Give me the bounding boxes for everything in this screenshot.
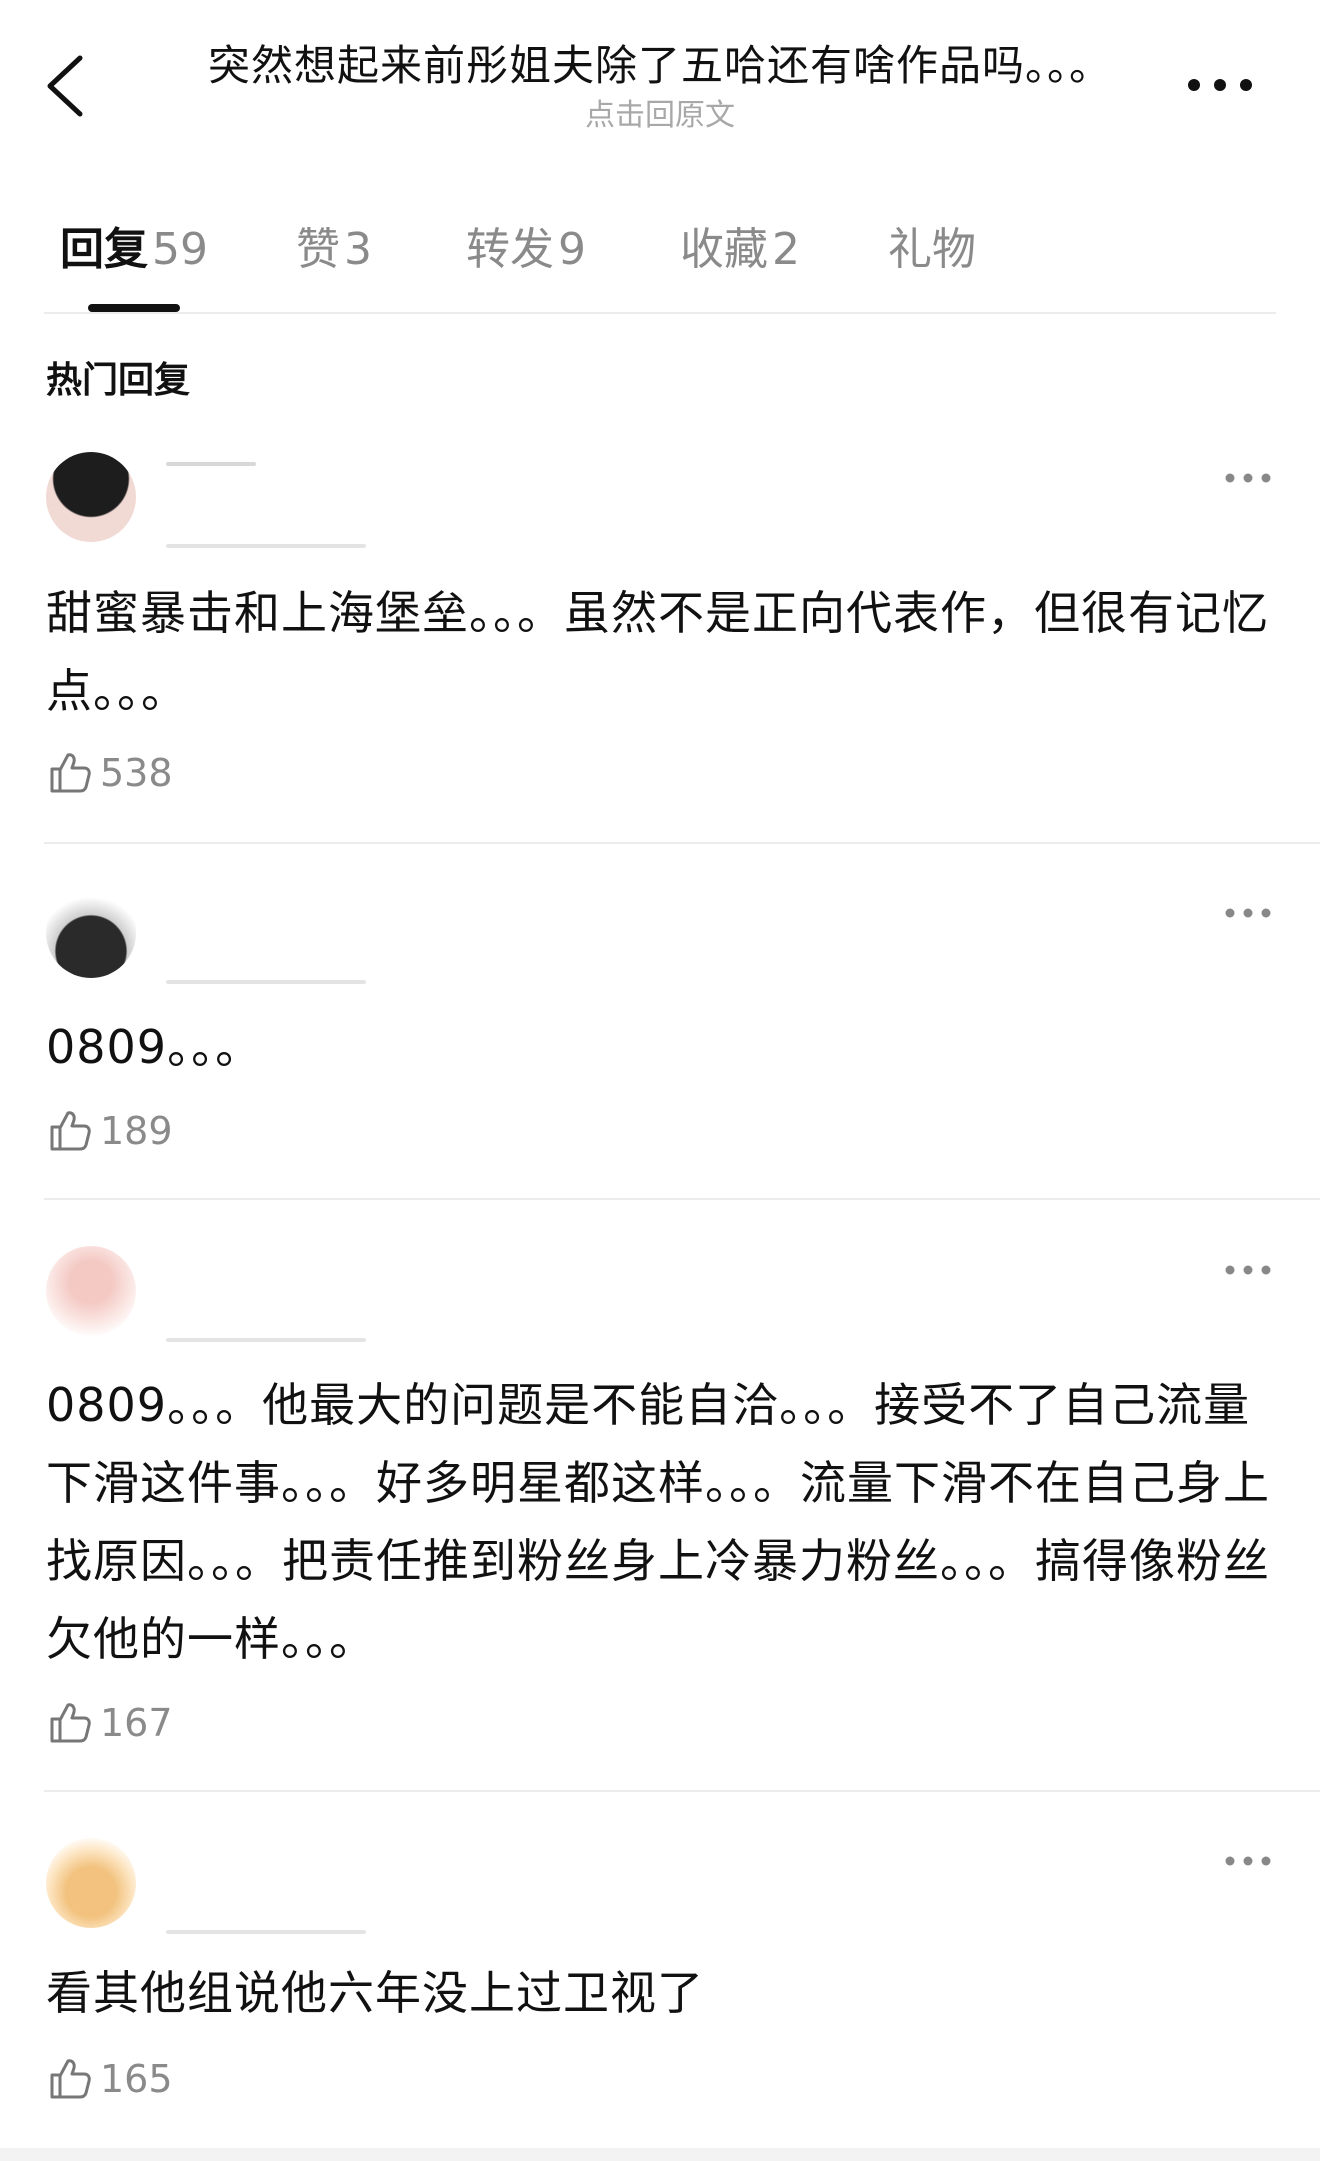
tab-label: 回复	[60, 224, 148, 275]
like-button[interactable]: 538	[46, 748, 173, 798]
user-meta	[166, 888, 666, 988]
timestamp-blur	[166, 1338, 366, 1342]
timestamp-blur	[166, 544, 366, 548]
comment-text: 0809。。。他最大的问题是不能自洽。。。接受不了自己流量下滑这件事。。。好多明…	[46, 1378, 1270, 1666]
tab-bar: 回复59 赞3 转发9 收藏2 礼物	[0, 210, 1320, 312]
user-meta	[166, 452, 666, 552]
timestamp-blur	[166, 980, 366, 984]
tab-favorites[interactable]: 收藏2	[680, 220, 800, 280]
thumbs-up-icon	[50, 753, 91, 793]
tab-replies[interactable]: 回复59	[60, 220, 208, 280]
like-button[interactable]: 167	[46, 1698, 173, 1748]
like-count: 189	[100, 1109, 173, 1153]
user-meta	[166, 1246, 666, 1346]
thumbs-up-icon	[50, 1111, 91, 1151]
tab-count: 9	[558, 224, 586, 275]
tab-divider	[44, 312, 1276, 314]
tab-count: 59	[152, 224, 208, 275]
thumbs-up-icon	[50, 1703, 91, 1743]
bottom-strip	[0, 2148, 1320, 2161]
tab-likes[interactable]: 赞3	[296, 220, 372, 280]
hot-replies-heading: 热门回复	[46, 360, 191, 401]
comment-divider	[44, 1790, 1320, 1792]
back-button[interactable]	[36, 46, 96, 126]
tab-gifts[interactable]: 礼物	[888, 220, 976, 280]
avatar[interactable]	[46, 1246, 136, 1336]
chevron-left-icon	[47, 55, 83, 117]
username-blur	[166, 462, 256, 466]
comment-more-icon[interactable]	[1224, 471, 1272, 485]
thumbs-up-icon	[50, 2059, 91, 2099]
more-horizontal-icon	[1188, 79, 1252, 91]
comment-divider	[44, 1198, 1320, 1200]
comment-divider	[44, 842, 1320, 844]
avatar[interactable]	[46, 888, 136, 978]
avatar[interactable]	[46, 452, 136, 542]
user-meta	[166, 1838, 666, 1938]
tab-label: 赞	[296, 224, 340, 275]
comment-more-icon[interactable]	[1224, 1854, 1272, 1868]
page-title: 突然想起来前彤姐夫除了五哈还有啥作品吗。。。	[207, 41, 1112, 90]
comment-more-icon[interactable]	[1224, 906, 1272, 920]
active-tab-indicator	[88, 304, 180, 312]
comment-text: 看其他组说他六年没上过卫视了	[46, 1966, 704, 2020]
comment-more-icon[interactable]	[1224, 1263, 1272, 1277]
back-to-original-link[interactable]: 点击回原文	[150, 96, 1170, 136]
header-title-block[interactable]: 突然想起来前彤姐夫除了五哈还有啥作品吗。。。 点击回原文	[150, 38, 1170, 136]
like-count: 538	[100, 751, 173, 795]
tab-count: 2	[772, 224, 800, 275]
tab-reposts[interactable]: 转发9	[466, 220, 586, 280]
timestamp-blur	[166, 1930, 366, 1934]
tab-label: 转发	[466, 224, 554, 275]
tab-label: 收藏	[680, 224, 768, 275]
avatar[interactable]	[46, 1838, 136, 1928]
tab-label: 礼物	[888, 224, 976, 275]
comment-text: 甜蜜暴击和上海堡垒。。。虽然不是正向代表作，但很有记忆点。。。	[46, 586, 1269, 718]
like-button[interactable]: 189	[46, 1106, 173, 1156]
more-options-button[interactable]	[1180, 70, 1260, 100]
like-count: 167	[100, 1701, 173, 1745]
tab-count: 3	[344, 224, 372, 275]
like-count: 165	[100, 2057, 173, 2101]
top-nav-bar: 突然想起来前彤姐夫除了五哈还有啥作品吗。。。 点击回原文	[0, 0, 1320, 150]
comment-text: 0809。。。	[46, 1020, 263, 1074]
like-button[interactable]: 165	[46, 2054, 173, 2104]
